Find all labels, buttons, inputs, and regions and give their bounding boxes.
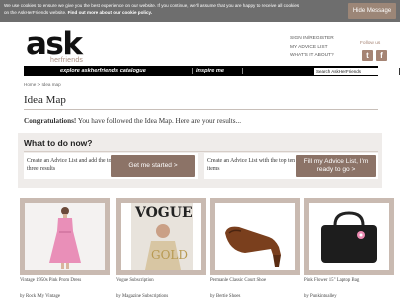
product-seller[interactable]: by Magazine Subscriptions bbox=[116, 294, 211, 299]
product-image[interactable] bbox=[215, 203, 295, 270]
product-frame bbox=[304, 198, 394, 275]
nav-divider bbox=[242, 68, 243, 74]
svg-text:VOGUE: VOGUE bbox=[134, 205, 193, 221]
what-to-do-heading: What to do now? bbox=[24, 138, 93, 148]
product-seller[interactable]: by Punkintoalley bbox=[304, 294, 399, 299]
product-name[interactable]: Vogue Subscription bbox=[116, 278, 211, 283]
my-advice-list-link[interactable]: MY ADVICE LIST bbox=[290, 45, 334, 54]
whats-it-about-link[interactable]: WHAT'S IT ABOUT? bbox=[290, 53, 334, 62]
main-nav: explore askherfriends catalogue inspire … bbox=[24, 66, 400, 76]
advice-card-text: Create an Advice List and add the top th… bbox=[27, 158, 115, 172]
congrats-message: Congratulations! You have followed the I… bbox=[24, 117, 241, 125]
what-to-do-divider bbox=[24, 151, 378, 152]
product-image[interactable] bbox=[309, 203, 389, 270]
nav-explore-catalogue[interactable]: explore askherfriends catalogue bbox=[60, 66, 146, 76]
sign-in-link[interactable]: SIGN IN/REGISTER bbox=[290, 36, 334, 45]
page-title: Idea Map bbox=[24, 94, 66, 106]
cookie-policy-link[interactable]: Find out more about our cookie policy. bbox=[68, 10, 152, 15]
cookie-banner: We use cookies to ensure we give you the… bbox=[0, 0, 400, 22]
twitter-icon[interactable]: t bbox=[362, 50, 373, 61]
title-divider bbox=[24, 109, 378, 110]
congrats-bold: Congratulations! bbox=[24, 117, 77, 125]
nav-inspire-me[interactable]: inspire me bbox=[196, 66, 224, 76]
product-name[interactable]: Vintage 1950s Pink Prom Dress bbox=[20, 278, 115, 283]
advice-card-text: Create an Advice List with the top ten i… bbox=[207, 158, 296, 172]
congrats-text: You have followed the Idea Map. Here are… bbox=[76, 117, 241, 125]
advice-card-top-ten: Create an Advice List with the top ten i… bbox=[204, 153, 378, 179]
hide-message-button[interactable]: Hide Message bbox=[348, 3, 396, 19]
product-frame: VOGUE GOLD bbox=[116, 198, 206, 275]
product-frame bbox=[20, 198, 110, 275]
product-name[interactable]: Pink Flower 15" Laptop Bag bbox=[304, 278, 399, 283]
user-links: SIGN IN/REGISTER MY ADVICE LIST WHAT'S I… bbox=[290, 36, 334, 62]
get-me-started-button[interactable]: Get me started > bbox=[111, 155, 195, 177]
product-seller[interactable]: by Rock My Vintage bbox=[20, 294, 115, 299]
facebook-icon[interactable]: f bbox=[376, 50, 387, 61]
nav-divider bbox=[192, 68, 193, 74]
cookie-message: We use cookies to ensure we give you the… bbox=[4, 3, 304, 16]
logo-subtitle: herfriends bbox=[50, 57, 84, 64]
svg-text:GOLD: GOLD bbox=[151, 248, 188, 262]
logo-wordmark: ask bbox=[26, 26, 83, 62]
product-frame bbox=[210, 198, 300, 275]
breadcrumb: Home > Idea map bbox=[24, 82, 61, 87]
product-image[interactable] bbox=[25, 203, 105, 270]
product-image[interactable]: VOGUE GOLD bbox=[121, 203, 201, 270]
search-input[interactable]: Search AskHerFriends bbox=[314, 67, 398, 75]
product-name[interactable]: Permanle Classic Court Shoe bbox=[210, 278, 305, 283]
advice-card-top-three: Create an Advice List and add the top th… bbox=[24, 153, 198, 179]
follow-us-label: Follow us bbox=[360, 41, 381, 46]
product-seller[interactable]: by Bertie Shoes bbox=[210, 294, 305, 299]
fill-advice-list-button[interactable]: Fill my Advice List, I'm ready to go > bbox=[296, 155, 376, 177]
